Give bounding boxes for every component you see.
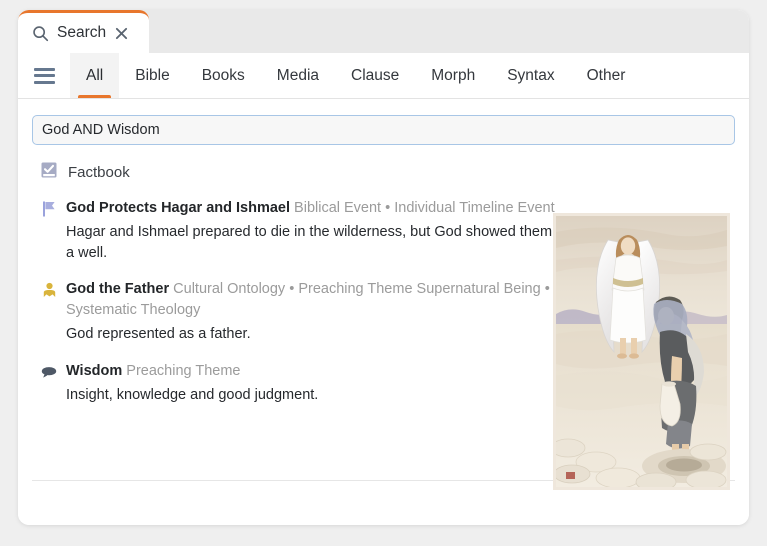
result-title: God the Father xyxy=(66,281,170,298)
tab-syntax[interactable]: Syntax xyxy=(491,53,570,98)
tab-morph-label: Morph xyxy=(431,66,476,84)
result-heading: God the Father Cultural Ontology • Preac… xyxy=(66,279,556,321)
tab-media[interactable]: Media xyxy=(261,53,335,98)
tab-strip: Search xyxy=(18,10,749,53)
result-item[interactable]: God the Father Cultural Ontology • Preac… xyxy=(40,279,556,345)
tab-books-label: Books xyxy=(201,66,245,84)
tab-all-label: All xyxy=(86,66,104,84)
result-description: Insight, knowledge and good judgment. xyxy=(66,386,319,403)
result-item[interactable]: Wisdom Preaching Theme Insight, knowledg… xyxy=(40,361,556,406)
tab-media-label: Media xyxy=(276,66,320,84)
factbook-label: Factbook xyxy=(68,164,130,181)
tab-books[interactable]: Books xyxy=(186,53,261,98)
tab-syntax-label: Syntax xyxy=(507,66,555,84)
tab-morph[interactable]: Morph xyxy=(415,53,491,98)
speech-bubble-icon xyxy=(40,363,58,381)
person-icon xyxy=(40,281,58,299)
result-item[interactable]: God Protects Hagar and Ishmael Biblical … xyxy=(40,198,556,263)
result-tags: Biblical Event • Individual Timeline Eve… xyxy=(294,200,555,216)
tab-search-label: Search xyxy=(57,24,107,41)
factbook-section-header: Factbook xyxy=(40,161,749,184)
close-icon[interactable] xyxy=(115,27,128,40)
tab-other-label: Other xyxy=(586,66,626,84)
tab-bible-label: Bible xyxy=(135,66,170,84)
result-description: God represented as a father. xyxy=(66,326,251,343)
result-heading: God Protects Hagar and Ishmael Biblical … xyxy=(66,198,556,219)
tab-other[interactable]: Other xyxy=(571,53,642,98)
factbook-checkbox-icon xyxy=(40,161,58,184)
result-title: Wisdom xyxy=(66,362,123,379)
result-tags: Preaching Theme xyxy=(126,362,241,379)
search-input[interactable] xyxy=(32,115,735,145)
nav-tabs: All Bible Books Media Clause Morph Synta… xyxy=(70,53,641,98)
navigation-bar: All Bible Books Media Clause Morph Synta… xyxy=(18,53,749,99)
result-description: Hagar and Ishmael prepared to die in the… xyxy=(66,224,553,261)
search-box-container xyxy=(18,99,749,145)
tab-clause[interactable]: Clause xyxy=(335,53,415,98)
result-heading: Wisdom Preaching Theme xyxy=(66,361,556,382)
search-icon xyxy=(32,25,49,42)
painting-illustration xyxy=(556,216,727,487)
search-window: Search All Bible Books Media Clause Morp… xyxy=(18,10,749,525)
hamburger-menu-icon[interactable] xyxy=(18,53,70,98)
result-title: God Protects Hagar and Ishmael xyxy=(66,200,291,216)
flag-icon xyxy=(40,200,58,218)
tab-clause-label: Clause xyxy=(351,66,400,84)
tab-all[interactable]: All xyxy=(70,53,120,98)
hagar-and-the-angel-in-the-desert-painting[interactable] xyxy=(553,213,730,490)
tab-search[interactable]: Search xyxy=(18,10,149,53)
tab-bible[interactable]: Bible xyxy=(119,53,185,98)
